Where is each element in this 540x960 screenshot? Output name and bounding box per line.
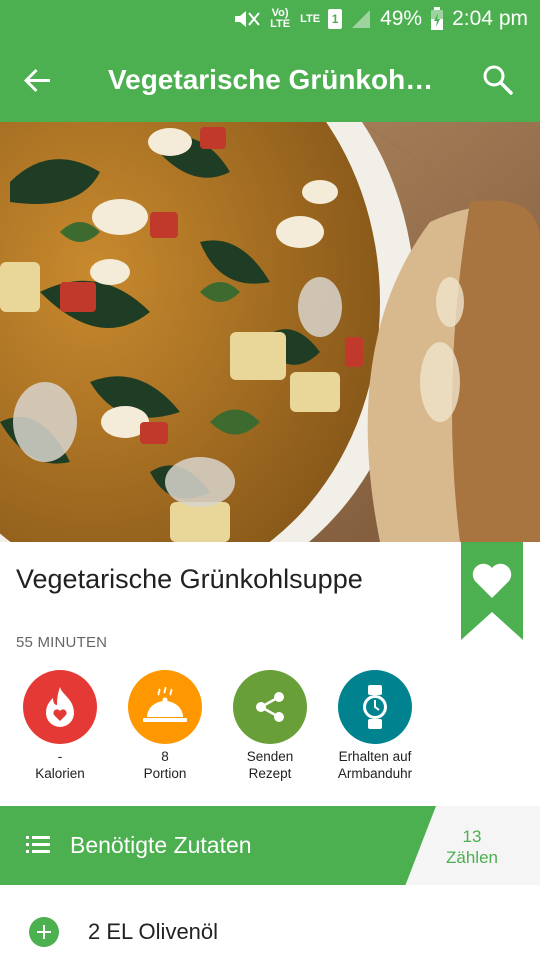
ingredients-count-label: Zählen [446, 848, 498, 867]
ingredients-tab[interactable]: Benötigte Zutaten [0, 806, 436, 885]
recipe-label: Rezept [248, 766, 292, 781]
status-bar: Vo) LTE LTE 1 49% 2:04 pm [0, 0, 540, 38]
status-icons: Vo) LTE LTE 1 49% 2:04 pm [232, 0, 528, 38]
ingredient-text: 2 EL Olivenöl [88, 919, 219, 944]
signal-icon [350, 8, 372, 30]
portion-action[interactable]: 8 Portion [115, 670, 215, 782]
ingredients-header-label: Benötigte Zutaten [70, 832, 252, 858]
share-icon [233, 670, 307, 744]
send-label: Senden [246, 749, 294, 764]
back-arrow-icon[interactable] [20, 62, 56, 98]
watch-line1: Erhalten auf [338, 749, 412, 764]
send-recipe-action[interactable]: Senden Rezept [220, 670, 320, 782]
watch-action[interactable]: Erhalten auf Armbanduhr [325, 670, 425, 782]
volte-label: Vo) LTE [270, 7, 291, 30]
list-item: 2 EL Olivenöl [0, 885, 540, 960]
app-bar: Vegetarische Grünkohlsuppe [0, 38, 540, 122]
portion-label: Portion [143, 766, 187, 781]
portion-value: 8 [161, 749, 169, 764]
ingredients-count: 13 Zählen [436, 826, 508, 868]
calories-label: Kalorien [35, 766, 85, 781]
ingredients-header: Benötigte Zutaten 13 Zählen [0, 806, 540, 885]
mute-icon [232, 8, 260, 30]
sim-icon: 1 [328, 9, 343, 29]
watch-icon [338, 670, 412, 744]
calories-icon [23, 670, 97, 744]
watch-line2: Armbanduhr [337, 766, 413, 781]
lte-label: LTE [300, 12, 321, 25]
search-icon[interactable] [480, 62, 516, 98]
calories-value: - [57, 749, 63, 764]
favorite-bookmark-button[interactable] [461, 542, 523, 640]
serving-cloche-icon [128, 670, 202, 744]
recipe-duration: 55 MINUTEN [16, 634, 108, 651]
calories-action[interactable]: - Kalorien [10, 670, 110, 782]
plus-icon [37, 925, 51, 939]
battery-percent: 49% [380, 7, 423, 30]
ingredients-count-value: 13 [462, 827, 482, 846]
app-bar-title: Vegetarische Grünkohlsuppe [108, 64, 438, 95]
battery-charging-icon [430, 7, 444, 31]
add-ingredient-button[interactable] [29, 917, 59, 947]
clock: 2:04 pm [452, 7, 528, 30]
recipe-photo [0, 122, 540, 542]
recipe-title: Vegetarische Grünkohlsuppe [16, 564, 363, 594]
list-icon [26, 835, 50, 860]
